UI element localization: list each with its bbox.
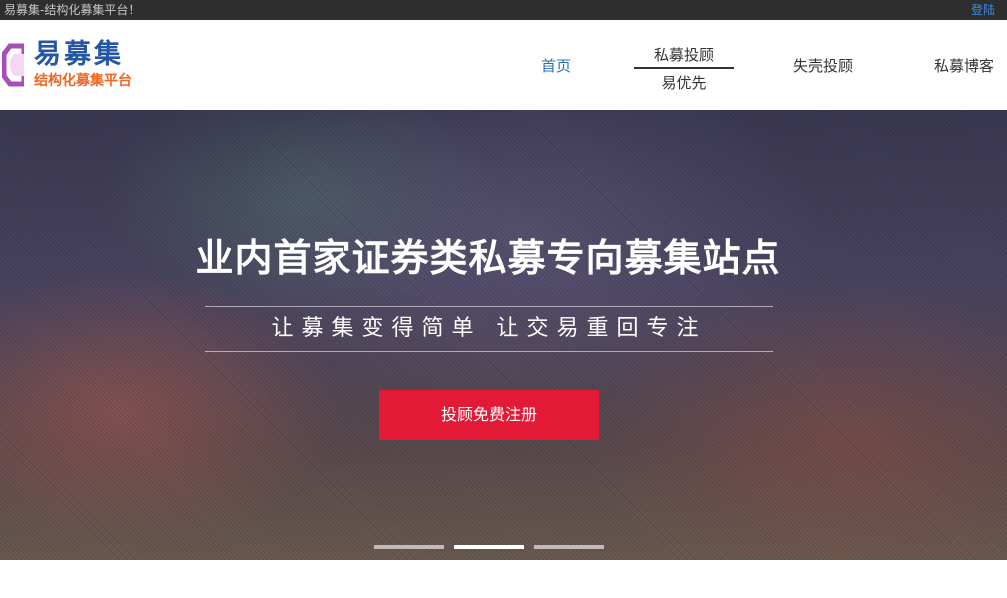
header: 易募集 结构化募集平台 首页 私募投顾 易优先 失壳投顾 私募博客 [0,20,1007,110]
hero-banner: 业内首家证券类私募专向募集站点 让募集变得简单 让交易重回专注 投顾免费注册 [0,110,1007,560]
slider-indicator-2[interactable] [454,545,524,549]
top-bar: 易募集-结构化募集平台！ 登陆 [0,0,1007,20]
nav-private-blog[interactable]: 私募博客 [934,57,994,75]
octagon-logo-icon [2,43,24,87]
nav-private-advisor[interactable]: 私募投顾 [634,46,734,64]
logo-name: 易募集 [34,39,124,70]
banner-subtitle: 让募集变得简单 让交易重回专注 [271,316,707,341]
banner-title: 业内首家证券类私募专向募集站点 [195,236,781,280]
logo[interactable]: 易募集 结构化募集平台 [2,38,162,94]
site-tagline: 易募集-结构化募集平台！ [4,3,141,17]
banner-divider-bottom [205,351,773,352]
slider-indicator-3[interactable] [534,545,604,549]
login-link[interactable]: 登陆 [971,2,995,18]
slider-indicator-1[interactable] [374,545,444,549]
advisor-register-button[interactable]: 投顾免费注册 [379,390,599,440]
nav-home[interactable]: 首页 [541,57,571,75]
nav-shike-advisor[interactable]: 失壳投顾 [793,57,853,75]
banner-divider-top [205,306,773,307]
logo-slogan: 结构化募集平台 [34,73,132,89]
nav-active-underline [634,67,734,69]
nav-yiyouxian[interactable]: 易优先 [634,74,734,92]
